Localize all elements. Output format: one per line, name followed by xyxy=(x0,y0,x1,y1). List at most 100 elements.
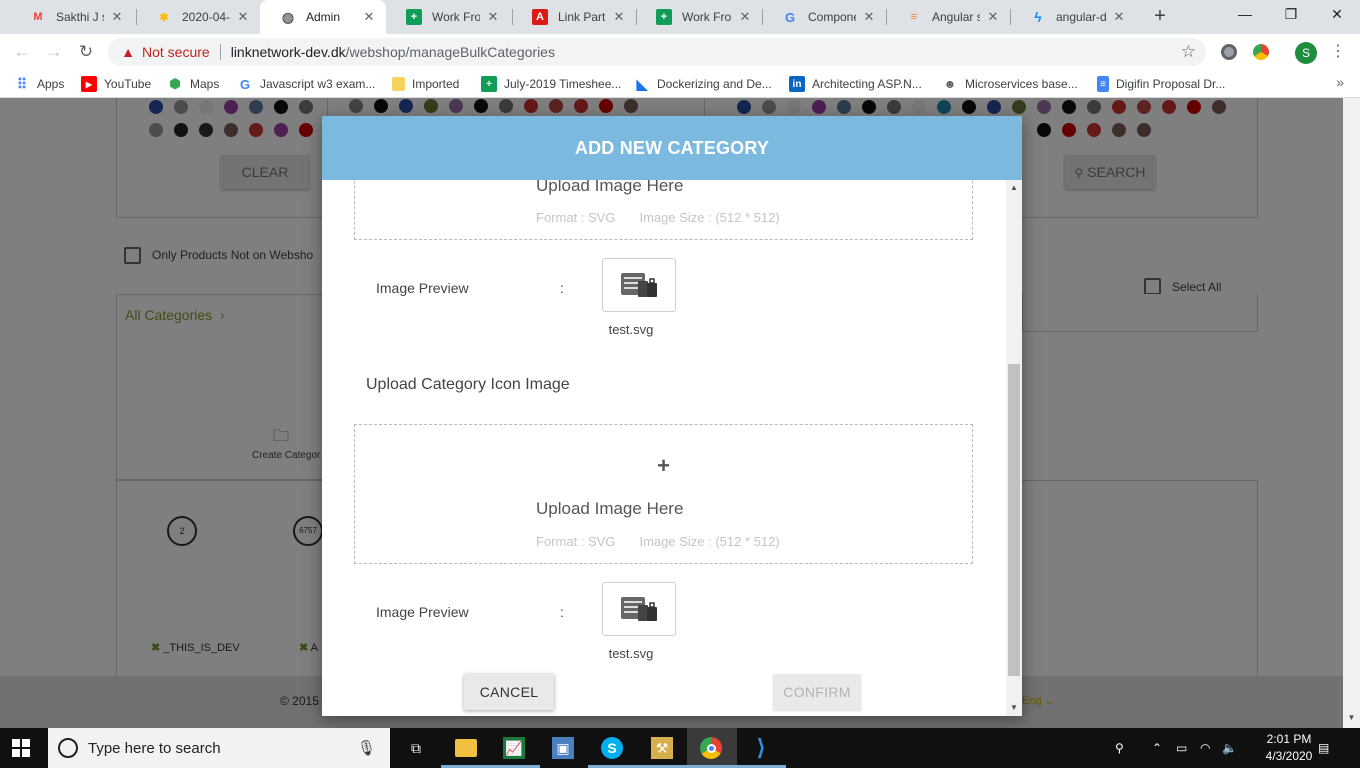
battery-icon[interactable]: ▭ xyxy=(1176,728,1192,768)
browser-tab[interactable]: A Link Partne ✕ xyxy=(512,0,636,34)
bookmark-dockerizing[interactable]: ◣ Dockerizing and De... xyxy=(634,75,772,93)
address-bar[interactable]: ▲ Not secure linknetwork-dev.dk/webshop/… xyxy=(108,38,1206,66)
close-icon[interactable]: ✕ xyxy=(738,9,752,25)
plus-icon[interactable]: + xyxy=(355,453,972,479)
close-icon[interactable]: ✕ xyxy=(1112,9,1126,25)
scrollbar-thumb[interactable] xyxy=(1008,364,1020,676)
luggage-image-icon xyxy=(621,597,657,621)
browser-tab[interactable]: ✱ 2020-04-03 ✕ xyxy=(136,0,260,34)
bookmark-youtube[interactable]: ▶ YouTube xyxy=(81,75,151,93)
bookmark-timesheet[interactable]: + July-2019 Timeshee... xyxy=(481,75,621,93)
search-icon xyxy=(58,738,78,758)
minimize-icon[interactable]: — xyxy=(1222,0,1268,30)
upload-title: Upload Image Here xyxy=(536,180,684,195)
category-image-dropzone[interactable]: Upload Image Here Format : SVG Image Size… xyxy=(354,180,973,240)
google-icon: G xyxy=(239,76,251,92)
image-preview-label: Image Preview xyxy=(376,280,469,296)
upload-requirements: Format : SVG Image Size : (512 * 512) xyxy=(536,534,780,549)
modal-title: ADD NEW CATEGORY xyxy=(322,116,1022,180)
extension-icon[interactable] xyxy=(1221,44,1237,60)
cancel-button[interactable]: CANCEL xyxy=(464,674,554,710)
system-clock[interactable]: 2:01 PM 4/3/2020 xyxy=(1265,731,1313,765)
task-view-icon[interactable]: ⧉ xyxy=(404,736,428,760)
gmail-icon: M xyxy=(33,11,43,23)
windows-start-icon[interactable] xyxy=(12,739,30,757)
browser-tab[interactable]: M Sakthi J say ✕ xyxy=(10,0,134,34)
luggage-image-icon xyxy=(621,273,657,297)
people-icon[interactable]: ⚲ xyxy=(1115,728,1133,768)
sheets-icon: + xyxy=(406,9,422,25)
chevron-double-right-icon[interactable]: » xyxy=(1336,74,1344,90)
close-icon[interactable]: ✕ xyxy=(986,9,1000,25)
browser-tab-strip: M Sakthi J say ✕ ✱ 2020-04-03 ✕ ◍ Admin … xyxy=(0,0,1360,34)
image-preview-thumbnail xyxy=(602,258,676,312)
scroll-down-arrow-icon[interactable]: ▼ xyxy=(1343,710,1360,726)
scroll-down-arrow-icon[interactable]: ▼ xyxy=(1006,700,1022,716)
restore-icon[interactable]: ❐ xyxy=(1268,0,1314,30)
apps-grid-icon: ⠿ xyxy=(16,75,28,92)
sheets-icon: + xyxy=(481,76,497,92)
forward-arrow-icon[interactable]: → xyxy=(42,40,66,64)
page-scrollbar[interactable]: ▼ xyxy=(1343,98,1360,728)
close-icon[interactable]: ✕ xyxy=(862,9,876,25)
new-tab-button[interactable]: + xyxy=(1149,5,1171,27)
close-icon[interactable]: ✕ xyxy=(612,9,626,25)
category-icon-dropzone[interactable]: + Upload Image Here Format : SVG Image Si… xyxy=(354,424,973,564)
preview-filename: test.svg xyxy=(608,322,654,337)
warning-triangle-icon[interactable]: ▲ xyxy=(120,44,136,60)
wifi-icon[interactable]: ◠ xyxy=(1200,728,1216,768)
google-icon: G xyxy=(784,9,796,25)
close-icon[interactable]: ✕ xyxy=(486,9,500,25)
docs-icon: ≡ xyxy=(1097,76,1109,92)
bookmarks-bar: ⠿ Apps ▶ YouTube ⬢ Maps G Javascript w3 … xyxy=(0,70,1360,98)
people-icon: ☻ xyxy=(943,77,957,91)
browser-tab[interactable]: G Componen ✕ xyxy=(762,0,886,34)
browser-tab[interactable]: + Work From ✕ xyxy=(386,0,510,34)
chrome-extension-icon[interactable] xyxy=(1253,44,1269,60)
bookmark-apps[interactable]: ⠿ Apps xyxy=(14,75,65,93)
upload-requirements: Format : SVG Image Size : (512 * 512) xyxy=(536,210,780,225)
bookmark-star-icon[interactable]: ☆ xyxy=(1181,42,1196,62)
browser-tab[interactable]: + Work From ✕ xyxy=(636,0,762,34)
browser-tab-active[interactable]: ◍ Admin ✕ xyxy=(260,0,386,34)
chrome-icon[interactable] xyxy=(700,737,722,759)
skype-icon[interactable]: S xyxy=(601,737,623,759)
image-preview-thumbnail xyxy=(602,582,676,636)
remote-desktop-icon[interactable]: ▣ xyxy=(552,737,574,759)
image-preview-label: Image Preview xyxy=(376,604,469,620)
close-icon[interactable]: ✕ xyxy=(236,9,250,25)
chevron-up-icon[interactable]: ⌃ xyxy=(1152,728,1166,768)
bookmark-microservices[interactable]: ☻ Microservices base... xyxy=(942,75,1078,93)
folder-icon xyxy=(392,77,405,91)
bookmark-architecting[interactable]: in Architecting ASP.N... xyxy=(789,75,922,93)
close-icon[interactable]: ✕ xyxy=(110,9,124,25)
bookmark-javascript[interactable]: G Javascript w3 exam... xyxy=(237,75,375,93)
file-explorer-icon[interactable] xyxy=(455,739,477,757)
back-arrow-icon[interactable]: ← xyxy=(10,40,34,64)
sheets-icon: + xyxy=(656,9,672,25)
profile-avatar[interactable]: S xyxy=(1295,42,1317,64)
globe-icon: ◍ xyxy=(281,8,295,25)
tools-folder-icon[interactable]: ⚒ xyxy=(651,737,673,759)
modal-scrollbar[interactable]: ▲ ▼ xyxy=(1006,180,1022,716)
taskbar-search[interactable]: Type here to search 🎙 xyxy=(48,728,390,768)
volume-icon[interactable]: 🔈 xyxy=(1222,728,1240,768)
upload-title: Upload Image Here xyxy=(536,499,684,518)
vscode-icon[interactable]: ⟩ xyxy=(749,735,773,760)
browser-tab[interactable]: ≡ Angular svg ✕ xyxy=(886,0,1010,34)
microphone-icon[interactable]: 🎙 xyxy=(357,739,376,757)
bookmark-maps[interactable]: ⬢ Maps xyxy=(167,75,219,93)
browser-tab[interactable]: ϟ angular-dc ✕ xyxy=(1010,0,1136,34)
kebab-menu-icon[interactable]: ⋮ xyxy=(1330,40,1346,64)
modal-body: Upload Image Here Format : SVG Image Size… xyxy=(322,180,1006,716)
bookmark-imported[interactable]: Imported xyxy=(392,75,459,93)
bookmark-digifin[interactable]: ≡ Digifin Proposal Dr... xyxy=(1097,75,1225,93)
photos-icon: ✱ xyxy=(159,11,169,24)
scroll-up-arrow-icon[interactable]: ▲ xyxy=(1006,180,1022,196)
excel-chart-icon[interactable]: 📈 xyxy=(503,737,525,759)
confirm-button[interactable]: CONFIRM xyxy=(773,674,861,710)
reload-icon[interactable]: ↻ xyxy=(74,40,98,64)
close-window-icon[interactable]: ✕ xyxy=(1314,0,1360,30)
close-icon[interactable]: ✕ xyxy=(362,9,376,25)
notifications-icon[interactable]: ▤ xyxy=(1318,728,1338,768)
